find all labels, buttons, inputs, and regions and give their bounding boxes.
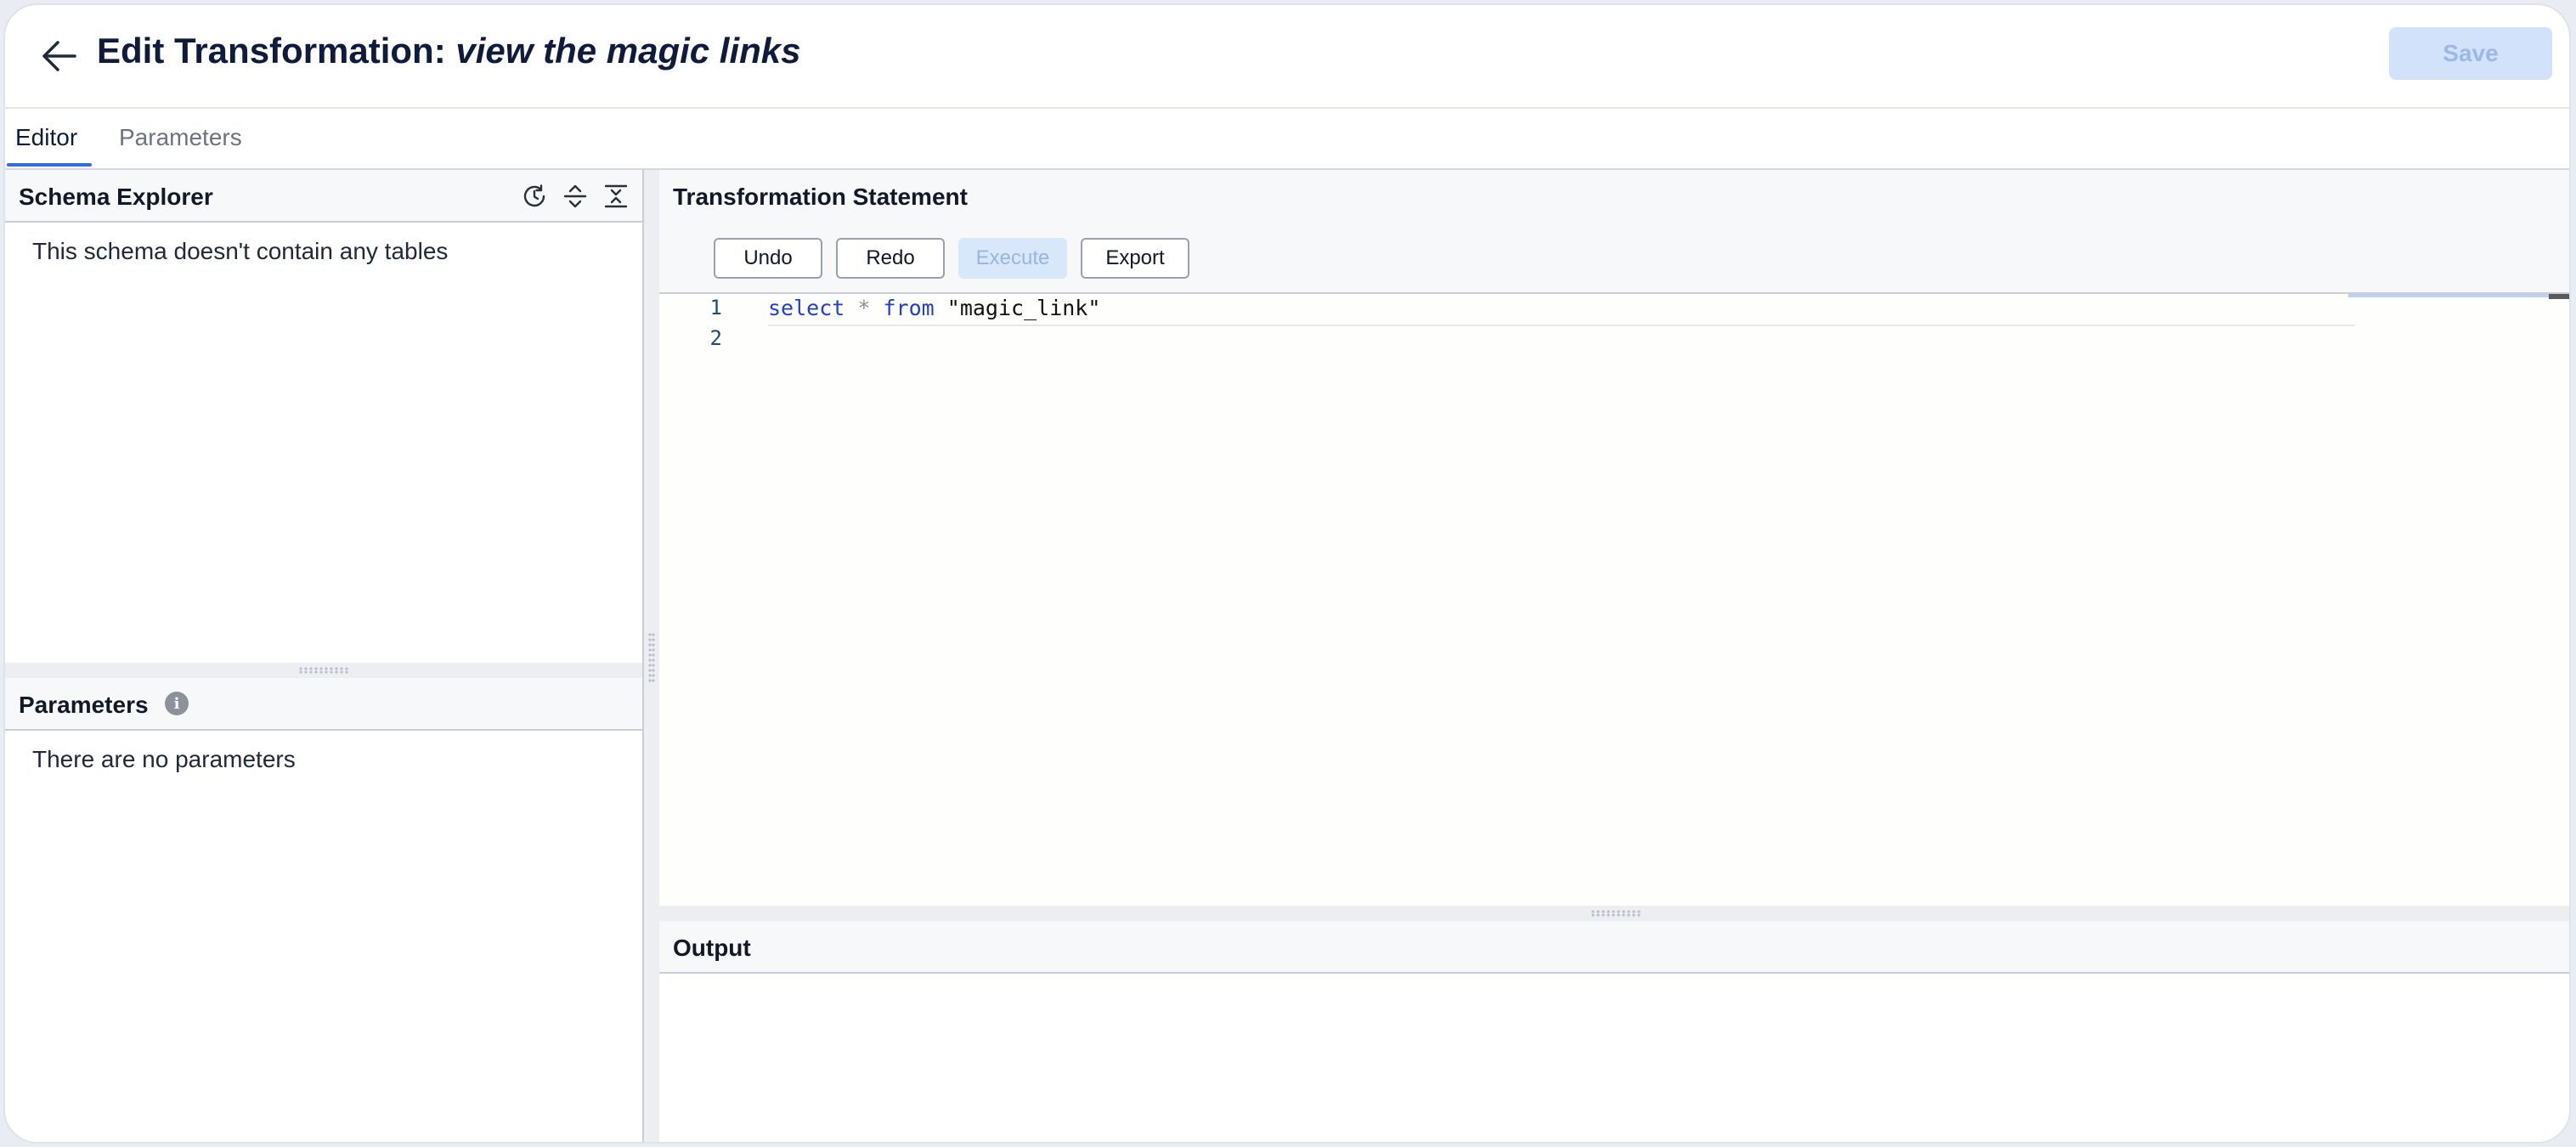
left-panel-splitter[interactable] [5,663,642,678]
transformation-name: view the magic links [455,31,801,71]
line-number: 2 [709,326,722,350]
back-button[interactable] [36,32,83,80]
active-tab-indicator [7,163,92,167]
schema-explorer-title: Schema Explorer [19,184,213,210]
page-header: Edit Transformation: view the magic link… [5,5,2569,109]
code-keyword: select [768,296,845,320]
undo-button[interactable]: Undo [714,238,822,279]
tab-parameters[interactable]: Parameters [119,124,242,151]
export-button[interactable]: Export [1081,238,1189,279]
splitter-grip [298,667,349,674]
execute-button[interactable]: Execute [958,238,1067,279]
page-title: Edit Transformation: view the magic link… [97,31,801,71]
column-splitter[interactable] [644,170,659,1142]
refresh-clock-icon[interactable] [520,182,549,211]
code-operator: * [857,296,871,320]
arrow-left-icon [42,41,76,71]
page-title-prefix: Edit Transformation: [97,31,456,71]
save-button[interactable]: Save [2389,27,2552,80]
right-panel: Transformation Statement Undo Redo Execu… [659,170,2569,1142]
editor-minimap [2348,294,2561,297]
parameters-panel-title: Parameters [19,692,149,718]
schema-explorer-header: Schema Explorer [5,170,642,223]
parameters-empty-message: There are no parameters [32,746,296,772]
tab-bar: Editor Parameters [5,109,2569,170]
tab-editor[interactable]: Editor [15,124,77,151]
expand-all-icon[interactable] [561,182,590,211]
parameters-panel-header: Parameters i [5,678,642,731]
line-number: 1 [709,296,722,319]
editor-scrollbar-marker[interactable] [2549,294,2569,299]
info-icon[interactable]: i [165,692,189,715]
line-number-gutter: 1 2 [659,294,736,906]
splitter-grip [648,632,655,683]
collapse-all-icon[interactable] [602,182,630,211]
code-editor[interactable]: 1 2 select * from "magic_link" [659,294,2569,906]
app-window: Edit Transformation: view the magic link… [3,3,2571,1144]
output-header: Output [659,921,2569,974]
left-panel: Schema Explorer This schema doesn't cont… [5,170,644,1142]
schema-empty-message: This schema doesn't contain any tables [32,238,449,264]
editor-output-splitter[interactable] [659,906,2569,921]
redo-button[interactable]: Redo [836,238,945,279]
statement-title: Transformation Statement [673,184,968,210]
code-keyword: from [883,296,935,320]
code-line[interactable]: select * from "magic_link" [768,296,1100,320]
output-title: Output [673,935,751,961]
code-identifier: "magic_link" [946,296,1101,320]
splitter-grip [1590,910,1641,917]
output-area [659,974,2569,1142]
statement-header: Transformation Statement Undo Redo Execu… [659,170,2569,294]
